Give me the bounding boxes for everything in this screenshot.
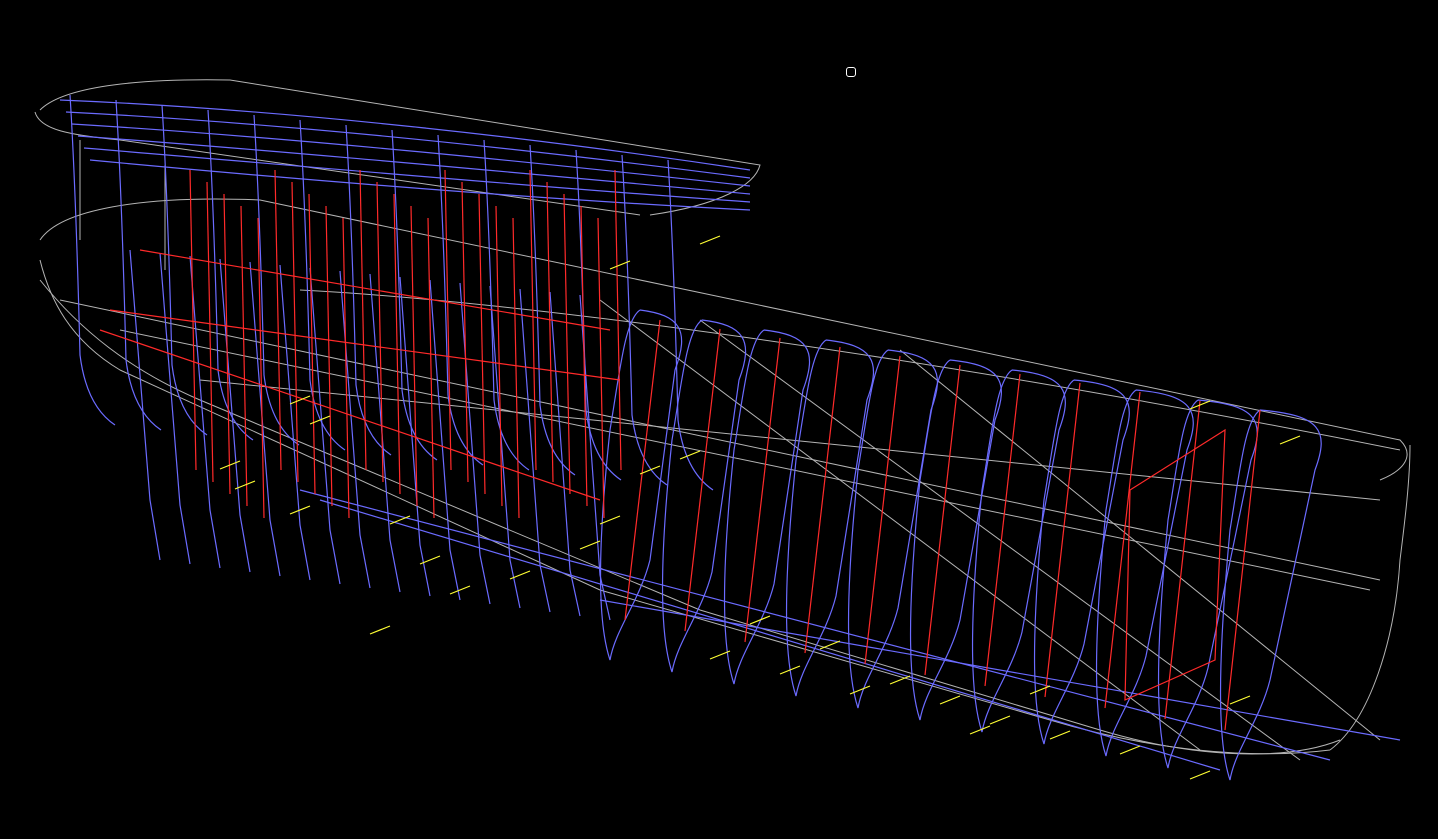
keel-line [319,499,1221,771]
annotation-mark [1029,685,1051,695]
stiffener [684,328,721,632]
stiffener [376,181,384,483]
annotation-mark [889,675,911,685]
stiffener [984,373,1021,687]
cad-viewport[interactable] [0,0,1438,839]
annotation-mark [1119,745,1141,755]
stiffener [478,193,486,495]
deck-frame [483,139,530,471]
stiffener [529,169,537,471]
annotation-mark [709,650,731,660]
hull-outline-layer [34,79,1411,761]
deck-frame [345,124,392,456]
aft-frame [309,267,341,585]
hull-curve [119,329,1371,591]
annotation-mark [749,615,771,625]
deck-frame [69,94,116,426]
aft-frame [519,288,551,613]
stiffener [580,205,588,507]
stiffener [427,217,435,519]
aft-frame [159,252,191,565]
hull-curve [199,379,1381,501]
stiffener-run [99,249,621,501]
stiffener [1224,409,1261,731]
stiffener [804,346,841,654]
stiffener [325,205,333,507]
annotation-mark [679,450,701,460]
keel-line [599,599,1401,741]
aft-frame [369,273,401,593]
hull-curve [39,279,1341,755]
annotation-mark [989,715,1011,725]
stiffener [274,169,282,471]
aft-frame [429,279,461,601]
stiffener [512,217,520,519]
stiffener [563,193,571,495]
aft-frame [549,291,581,617]
stiffener [744,337,781,643]
ring-frame [847,349,939,709]
stiffener [1104,391,1141,709]
ship-hull-wireframe [34,79,1411,781]
stiffener [223,193,231,495]
ring-frame [1033,379,1130,745]
annotation-mark [1189,770,1211,780]
stiffener [359,169,367,471]
aft-frame [249,261,281,577]
annotation-mark [819,640,841,650]
annotation-mark [939,695,961,705]
annotation-mark [389,515,411,525]
annotation-mark [449,585,471,595]
cursor-marker-icon[interactable] [846,67,856,77]
ring-frame [1219,409,1322,781]
annotation-mark [699,235,721,245]
hull-curve [39,259,1331,755]
stiffener [597,217,605,519]
annotation-mark [369,625,391,635]
frames-layer [59,94,1401,781]
annotation-mark [579,540,601,550]
stiffener [308,193,316,495]
deck-beam [65,111,751,179]
annotation-mark [1229,695,1251,705]
annotation-mark [1279,435,1301,445]
deck-frame [115,99,162,431]
stiffener [461,181,469,483]
annotation-mark [289,505,311,515]
stiffener [1044,382,1081,698]
annotation-mark [1049,730,1071,740]
hull-curve [599,299,1381,761]
ring-frame [723,329,811,685]
hull-curve [1329,444,1411,751]
aft-frame [129,249,161,561]
